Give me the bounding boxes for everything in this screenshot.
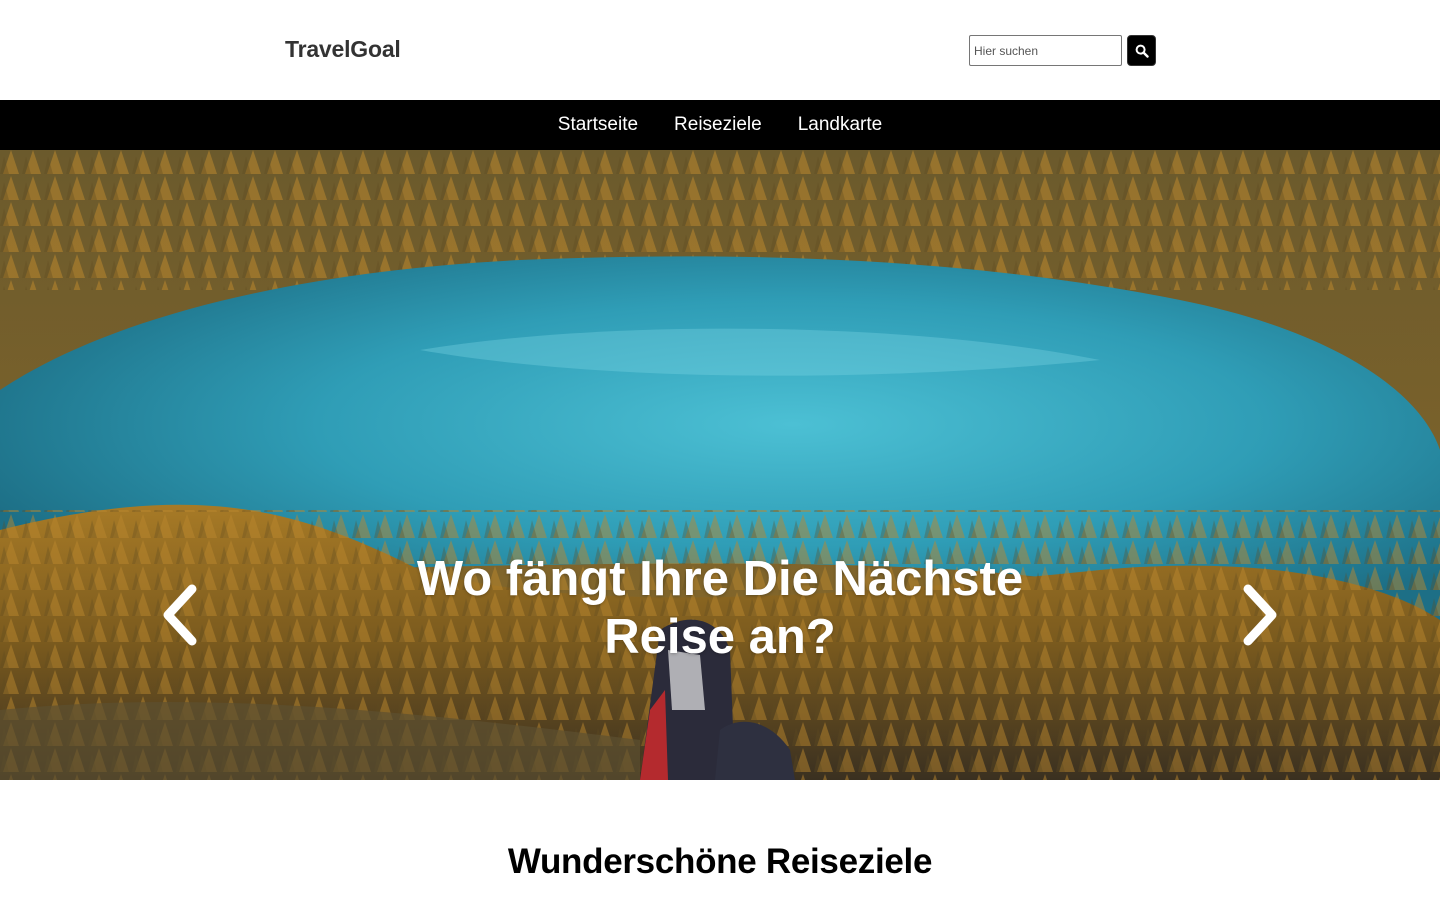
hero-carousel: Wo fängt Ihre Die Nächste Reise an? <box>0 150 1440 780</box>
nav-item-reiseziele[interactable]: Reiseziele <box>674 114 762 136</box>
hero-image <box>0 150 1440 780</box>
section-title: Wunderschöne Reiseziele <box>507 842 933 881</box>
nav-item-startseite[interactable]: Startseite <box>558 114 638 136</box>
search-input[interactable] <box>969 35 1122 66</box>
search-form <box>969 35 1156 66</box>
hero-title: Wo fängt Ihre Die Nächste Reise an? <box>416 552 1024 664</box>
site-header: TravelGoal <box>0 0 1440 100</box>
site-logo[interactable]: TravelGoal <box>285 36 401 63</box>
main-nav: Startseite Reiseziele Landkarte <box>0 100 1440 150</box>
search-icon <box>1135 44 1149 58</box>
search-button[interactable] <box>1127 35 1156 66</box>
nav-item-landkarte[interactable]: Landkarte <box>798 114 883 136</box>
